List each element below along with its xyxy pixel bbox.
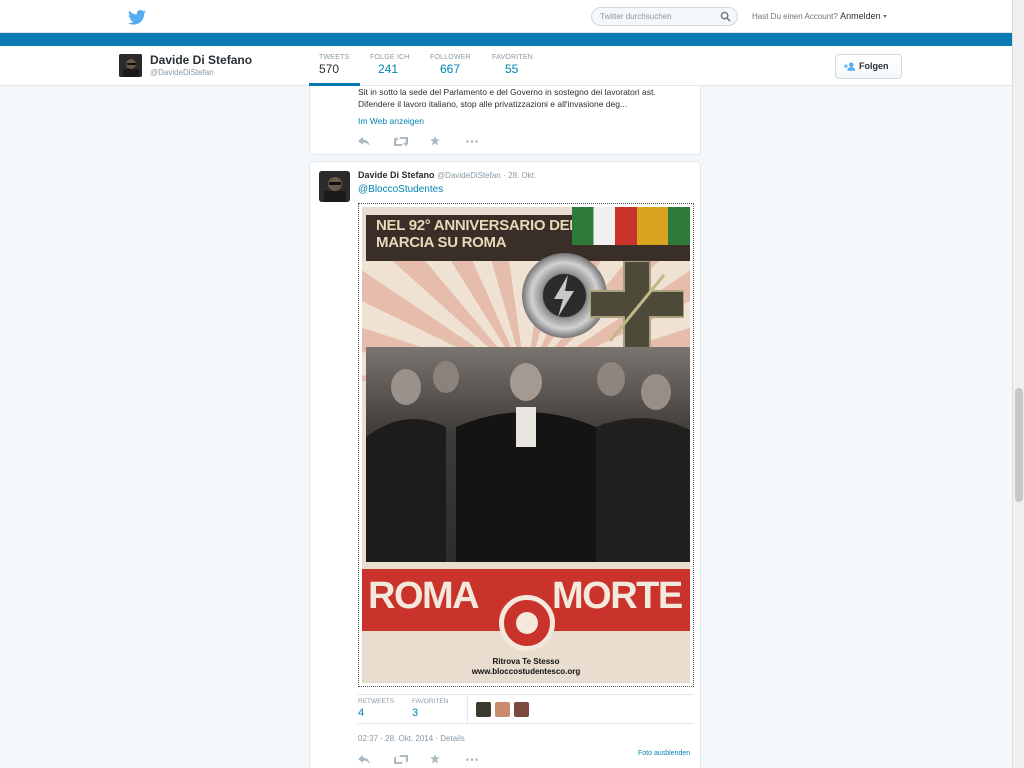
avatar[interactable] [514,702,529,717]
poster-word-right: MORTE [552,575,683,617]
profile-handle: @DavideDiStefan [150,68,214,77]
retweet-icon[interactable] [394,754,412,764]
poster-slogan: Ritrova Te Stesso [492,657,560,666]
tweet-card[interactable]: Davide Di Stefano @DavideDiStefan · 28. … [309,161,701,768]
poster-word-left: ROMA [368,575,480,617]
favorite-star-icon[interactable] [430,136,448,146]
medal-ribbon [572,207,690,245]
account-prompt: Hast Du einen Account? Anmelden [752,11,887,21]
search-icon[interactable] [720,11,731,22]
tweet-actions [358,136,484,146]
tab-followers[interactable]: FOLLOWER 667 [430,54,471,76]
avatar[interactable] [476,702,491,717]
top-bar: Twitter durchsuchen Hast Du einen Accoun… [0,0,1012,33]
add-user-icon [844,62,856,71]
favorite-count[interactable]: FAVORITEN 3 [412,698,448,719]
reply-icon[interactable] [358,754,376,764]
profile-nav: Davide Di Stefano @DavideDiStefan TWEETS… [0,46,1012,86]
profile-name[interactable]: Davide Di Stefano [150,53,252,67]
cross-medal-icon [590,261,684,355]
roundel-icon [499,595,555,651]
mention-link[interactable]: @BloccoStudentes [358,184,443,195]
view-on-web-link[interactable]: Im Web anzeigen [358,116,424,126]
retweet-icon[interactable] [394,136,412,146]
tweet-text: Sit in sotto la sede del Parlamento e de… [358,87,656,109]
tweet-timestamp[interactable]: 02:37 - 28. Okt. 2014 · Details [358,734,465,743]
tab-tweets[interactable]: TWEETS 570 [319,54,349,76]
tweet-stats: RETWEETS 4 FAVORITEN 3 [358,694,694,725]
crowd-figures [366,361,690,567]
page-scrollbar[interactable] [1012,0,1024,768]
tab-favorites[interactable]: FAVORITEN 55 [492,54,533,76]
poster-image: NEL 92° ANNIVERSARIO DELLA MARCIA SU ROM… [362,207,690,683]
avatar[interactable] [119,54,142,77]
more-options-icon[interactable] [466,136,484,146]
follow-button[interactable]: Folgen [835,54,902,79]
tweet-card[interactable]: Sit in sotto la sede del Parlamento e de… [309,86,701,155]
avatar[interactable] [319,171,350,202]
poster-title: NEL 92° ANNIVERSARIO DELLA MARCIA SU ROM… [376,217,598,251]
reply-icon[interactable] [358,136,376,146]
divider [467,695,468,725]
tweet-photo[interactable]: NEL 92° ANNIVERSARIO DELLA MARCIA SU ROM… [358,203,694,687]
tweet-author[interactable]: Davide Di Stefano @DavideDiStefan · 28. … [358,170,536,180]
chevron-down-icon[interactable] [882,15,887,19]
profile-header-banner [0,33,1012,46]
login-link[interactable]: Anmelden [840,11,881,21]
hide-photo-link[interactable]: Foto ausblenden [638,750,690,757]
more-options-icon[interactable] [466,754,484,764]
tweet-actions [358,754,484,764]
poster-url: www.bloccostudentesco.org [471,667,581,676]
search-input[interactable]: Twitter durchsuchen [591,7,738,26]
retweet-count[interactable]: RETWEETS 4 [358,698,394,719]
scrollbar-thumb[interactable] [1015,388,1023,502]
twitter-bird-icon[interactable] [128,10,146,25]
favorite-star-icon[interactable] [430,754,448,764]
avatar[interactable] [495,702,510,717]
tab-following[interactable]: FOLGE ICH 241 [370,54,410,76]
